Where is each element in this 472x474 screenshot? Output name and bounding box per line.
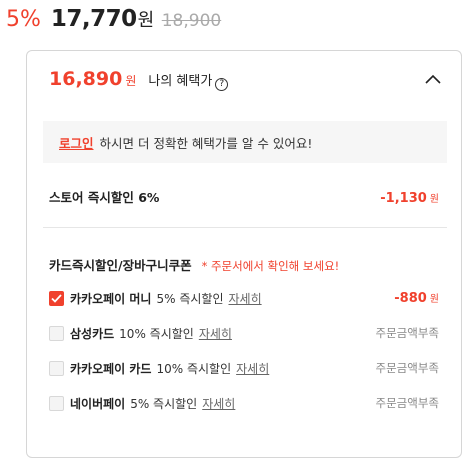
option-discount-amount: -880 (394, 291, 427, 306)
store-discount-row: 스토어 즉시할인 6% -1,130 원 (49, 187, 439, 206)
benefit-price: 16,890 원 나의 혜택가 ? (49, 68, 229, 91)
option-status: 주문금액부족 (375, 361, 439, 375)
benefit-label: 나의 혜택가 (148, 74, 213, 89)
option-rate: 10% 즉시할인 (119, 326, 194, 341)
option-discount-value: -880 원 (394, 290, 439, 306)
store-discount-value: -1,130 원 (380, 190, 439, 206)
card-section-heading: 카드즉시할인/장바구니쿠폰 (49, 258, 192, 273)
store-discount-amount: -1,130 (380, 191, 427, 206)
divider (43, 227, 447, 228)
option-rate: 10% 즉시할인 (156, 361, 232, 376)
collapse-button[interactable] (419, 65, 447, 93)
option-discount-currency: 원 (429, 294, 439, 305)
store-discount-label: 스토어 즉시할인 6% (49, 190, 160, 205)
option-checkbox[interactable] (49, 360, 64, 376)
login-banner: 로그인 하시면 더 정확한 혜택가를 알 수 있어요! (43, 121, 447, 163)
check-icon (51, 293, 62, 303)
final-price-currency: 원 (137, 10, 155, 31)
option-detail-link[interactable]: 자세히 (236, 360, 269, 377)
login-link[interactable]: 로그인 (59, 133, 94, 152)
final-price-amount: 17,770 (50, 6, 137, 32)
benefit-currency: 원 (125, 74, 137, 88)
option-checkbox[interactable] (49, 395, 64, 411)
option-rate: 5% 즉시할인 (130, 396, 198, 411)
card-section-title: 카드즉시할인/장바구니쿠폰 * 주문서에서 확인해 보세요! (49, 255, 339, 274)
original-price: 18,900 (161, 11, 222, 31)
option-detail-link[interactable]: 자세히 (228, 290, 261, 307)
card-option-naverpay[interactable]: 네이버페이 5% 즉시할인 자세히 주문금액부족 (49, 393, 439, 413)
option-checkbox[interactable] (49, 325, 64, 341)
card-option-samsung[interactable]: 삼성카드 10% 즉시할인 자세히 주문금액부족 (49, 323, 439, 343)
benefit-header[interactable]: 16,890 원 나의 혜택가 ? (27, 51, 461, 107)
discount-rate: 5% (6, 7, 41, 32)
question-circle-icon[interactable]: ? (215, 78, 229, 91)
option-rate: 5% 즉시할인 (156, 291, 224, 306)
option-checkbox[interactable] (49, 290, 64, 306)
option-name: 카카오페이 카드 (70, 361, 152, 376)
store-discount-currency: 원 (429, 194, 439, 205)
card-section-note: * 주문서에서 확인해 보세요! (201, 259, 340, 273)
option-name: 삼성카드 (70, 326, 115, 341)
benefit-amount: 16,890 (49, 68, 123, 90)
option-status: 주문금액부족 (375, 326, 439, 340)
chevron-up-icon (425, 74, 441, 84)
option-status: 주문금액부족 (375, 396, 439, 410)
card-option-kakaopay-money[interactable]: 카카오페이 머니 5% 즉시할인 자세히 -880 원 (49, 288, 439, 308)
final-price: 17,770원 (51, 6, 154, 32)
card-option-kakaopay-card[interactable]: 카카오페이 카드 10% 즉시할인 자세히 주문금액부족 (49, 358, 439, 378)
option-name: 네이버페이 (70, 396, 126, 411)
price-summary: 5% 17,770원 18,900 (6, 6, 221, 32)
option-detail-link[interactable]: 자세히 (202, 395, 235, 412)
benefit-card: 16,890 원 나의 혜택가 ? 로그인 하시면 더 정확한 혜택가를 알 수… (26, 50, 462, 458)
option-detail-link[interactable]: 자세히 (199, 325, 232, 342)
login-banner-text: 하시면 더 정확한 혜택가를 알 수 있어요! (99, 135, 313, 151)
option-name: 카카오페이 머니 (70, 291, 152, 306)
